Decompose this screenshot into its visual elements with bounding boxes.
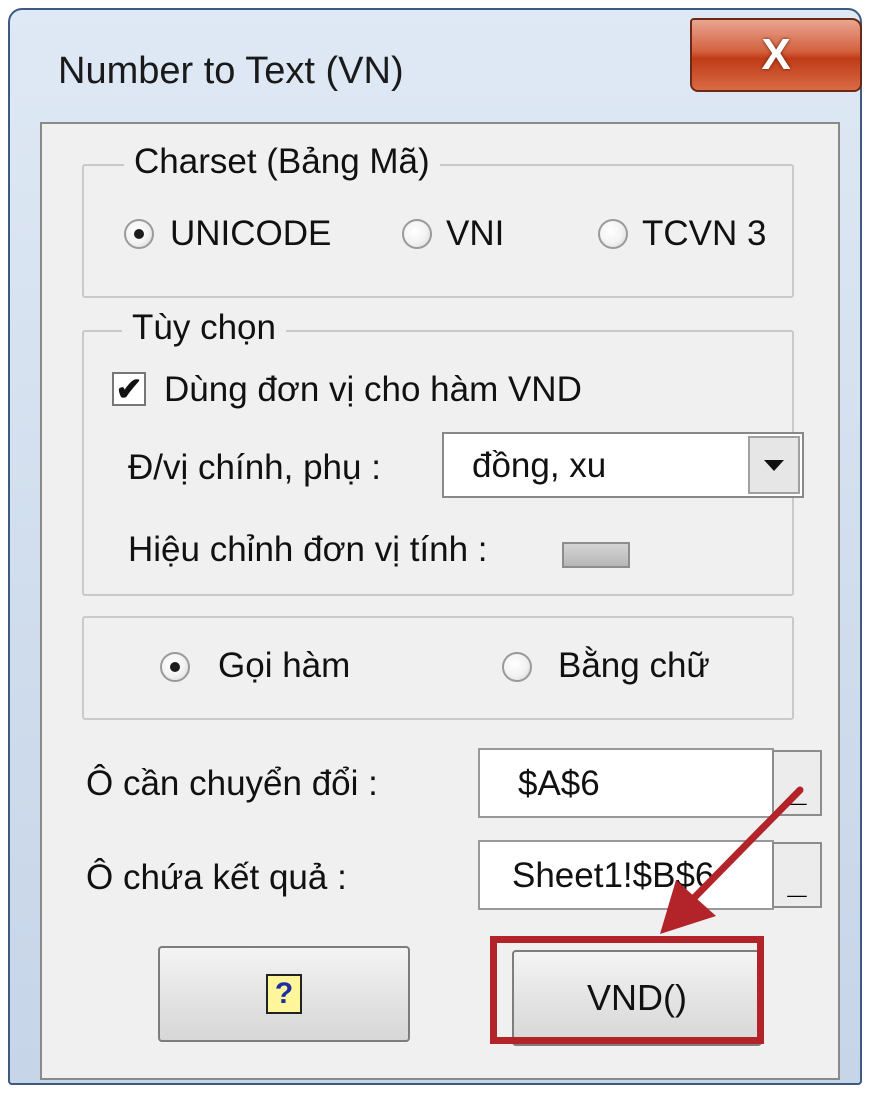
mode-group: Gọi hàm Bằng chữ [82, 616, 794, 720]
radio-vni-label[interactable]: VNI [446, 214, 504, 254]
close-icon: X [761, 30, 791, 79]
source-cell-value: $A$6 [518, 764, 600, 803]
close-button[interactable]: X [690, 18, 862, 92]
radio-unicode[interactable] [124, 219, 154, 249]
radio-in-words-label[interactable]: Bằng chữ [558, 646, 710, 686]
charset-legend: Charset (Bảng Mã) [124, 140, 440, 184]
source-cell-pick-button[interactable]: _ [772, 750, 822, 816]
target-cell-pick-button[interactable]: _ [772, 842, 822, 908]
use-unit-label[interactable]: Dùng đơn vị cho hàm VND [164, 370, 582, 410]
radio-tcvn3[interactable] [598, 219, 628, 249]
source-cell-label: Ô cần chuyển đổi : [86, 764, 378, 803]
unit-select-dropdown[interactable] [748, 436, 800, 494]
unit-select[interactable]: đồng, xu [442, 432, 804, 498]
radio-vni[interactable] [402, 219, 432, 249]
radio-call-function-label[interactable]: Gọi hàm [218, 646, 350, 686]
options-group: Tùy chọn ✔ Dùng đơn vị cho hàm VND Đ/vị … [82, 306, 804, 596]
target-cell-value: Sheet1!$B$6 [512, 856, 715, 895]
charset-group: Charset (Bảng Mã) UNICODE VNI TCVN 3 [82, 140, 794, 298]
radio-call-function[interactable] [160, 652, 190, 682]
annotation-highlight-box [490, 936, 764, 1044]
adjust-unit-label: Hiệu chỉnh đơn vị tính : [128, 530, 488, 569]
target-cell-input[interactable]: Sheet1!$B$6 [478, 840, 774, 910]
radio-unicode-label[interactable]: UNICODE [170, 214, 331, 254]
dialog-window: Number to Text (VN) X Charset (Bảng Mã) … [8, 8, 862, 1085]
use-unit-checkbox[interactable]: ✔ [112, 372, 146, 406]
radio-in-words[interactable] [502, 652, 532, 682]
source-cell-input[interactable]: $A$6 [478, 748, 774, 818]
help-button[interactable]: ? [158, 946, 410, 1042]
adjust-unit-button[interactable] [562, 542, 630, 568]
target-cell-label: Ô chứa kết quả : [86, 858, 347, 897]
unit-select-value: đồng, xu [472, 446, 607, 485]
chevron-down-icon [764, 459, 784, 471]
radio-tcvn3-label[interactable]: TCVN 3 [642, 214, 766, 254]
unit-label: Đ/vị chính, phụ : [128, 448, 381, 487]
window-title: Number to Text (VN) [58, 50, 404, 92]
help-icon: ? [266, 974, 302, 1014]
options-legend: Tùy chọn [122, 306, 286, 350]
